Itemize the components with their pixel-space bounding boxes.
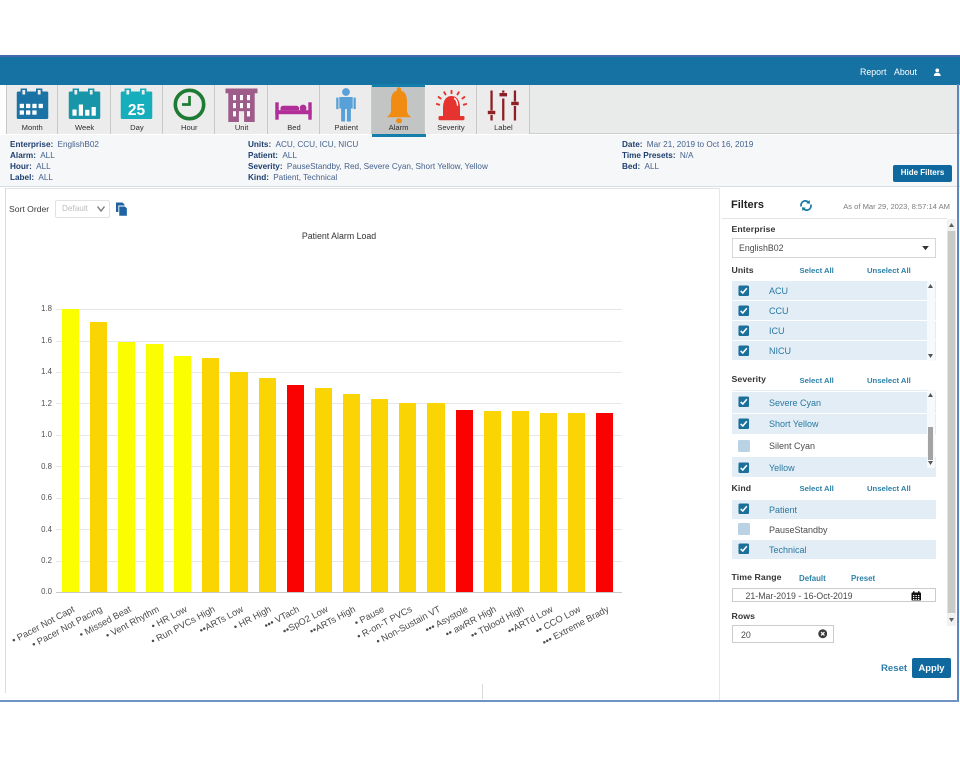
svg-text:25: 25 xyxy=(128,102,146,119)
